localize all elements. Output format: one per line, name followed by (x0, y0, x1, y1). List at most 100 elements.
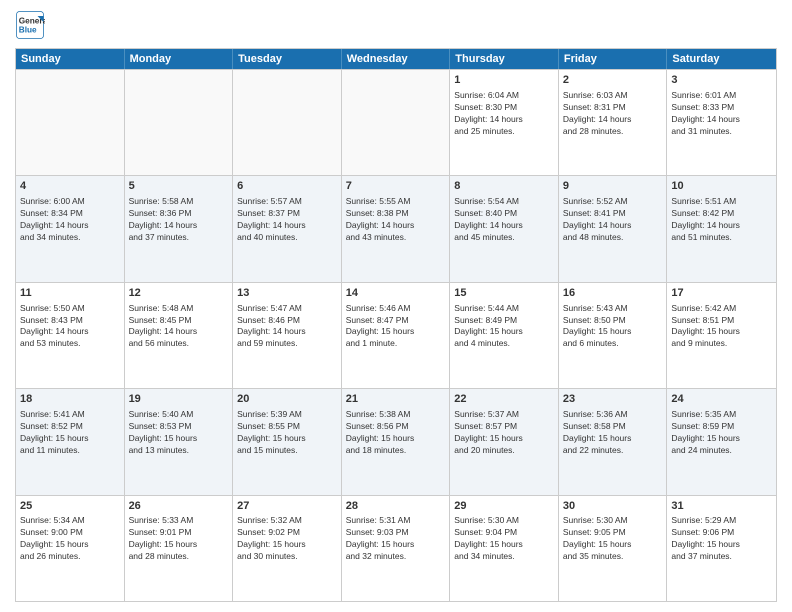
day-number: 14 (346, 286, 446, 301)
cell-info: Sunrise: 5:36 AM Sunset: 8:58 PM Dayligh… (563, 409, 663, 457)
calendar-header: SundayMondayTuesdayWednesdayThursdayFrid… (16, 49, 776, 69)
calendar-cell: 10 Sunrise: 5:51 AM Sunset: 8:42 PM Dayli… (667, 176, 776, 281)
cell-info: Sunrise: 5:31 AM Sunset: 9:03 PM Dayligh… (346, 515, 446, 563)
weekday-header-monday: Monday (125, 49, 234, 69)
day-number: 11 (20, 286, 120, 301)
calendar: SundayMondayTuesdayWednesdayThursdayFrid… (15, 48, 777, 602)
svg-text:Blue: Blue (19, 26, 37, 35)
day-number: 20 (237, 392, 337, 407)
day-number: 16 (563, 286, 663, 301)
weekday-header-friday: Friday (559, 49, 668, 69)
logo: General Blue (15, 10, 45, 40)
calendar-cell: 8 Sunrise: 5:54 AM Sunset: 8:40 PM Daylig… (450, 176, 559, 281)
day-number: 1 (454, 73, 554, 88)
weekday-header-sunday: Sunday (16, 49, 125, 69)
day-number: 17 (671, 286, 772, 301)
cell-info: Sunrise: 5:33 AM Sunset: 9:01 PM Dayligh… (129, 515, 229, 563)
weekday-header-wednesday: Wednesday (342, 49, 451, 69)
cell-info: Sunrise: 6:00 AM Sunset: 8:34 PM Dayligh… (20, 196, 120, 244)
day-number: 15 (454, 286, 554, 301)
cell-info: Sunrise: 5:30 AM Sunset: 9:05 PM Dayligh… (563, 515, 663, 563)
cell-info: Sunrise: 5:32 AM Sunset: 9:02 PM Dayligh… (237, 515, 337, 563)
day-number: 7 (346, 179, 446, 194)
cell-info: Sunrise: 5:43 AM Sunset: 8:50 PM Dayligh… (563, 303, 663, 351)
calendar-cell: 3 Sunrise: 6:01 AM Sunset: 8:33 PM Daylig… (667, 70, 776, 175)
day-number: 5 (129, 179, 229, 194)
cell-info: Sunrise: 5:29 AM Sunset: 9:06 PM Dayligh… (671, 515, 772, 563)
cell-info: Sunrise: 5:44 AM Sunset: 8:49 PM Dayligh… (454, 303, 554, 351)
weekday-header-thursday: Thursday (450, 49, 559, 69)
day-number: 3 (671, 73, 772, 88)
calendar-cell: 27Sunrise: 5:32 AM Sunset: 9:02 PM Dayli… (233, 496, 342, 601)
calendar-cell: 31Sunrise: 5:29 AM Sunset: 9:06 PM Dayli… (667, 496, 776, 601)
day-number: 29 (454, 499, 554, 514)
calendar-row-2: 11Sunrise: 5:50 AM Sunset: 8:43 PM Dayli… (16, 282, 776, 388)
day-number: 13 (237, 286, 337, 301)
header: General Blue (15, 10, 777, 40)
calendar-cell: 22 Sunrise: 5:37 AM Sunset: 8:57 PM Dayli… (450, 389, 559, 494)
day-number: 30 (563, 499, 663, 514)
cell-info: Sunrise: 5:48 AM Sunset: 8:45 PM Dayligh… (129, 303, 229, 351)
calendar-cell: 1Sunrise: 6:04 AM Sunset: 8:30 PM Daylig… (450, 70, 559, 175)
day-number: 27 (237, 499, 337, 514)
day-number: 8 (454, 179, 554, 194)
cell-info: Sunrise: 5:30 AM Sunset: 9:04 PM Dayligh… (454, 515, 554, 563)
cell-info: Sunrise: 5:34 AM Sunset: 9:00 PM Dayligh… (20, 515, 120, 563)
calendar-cell: 4 Sunrise: 6:00 AM Sunset: 8:34 PM Daylig… (16, 176, 125, 281)
calendar-cell: 25Sunrise: 5:34 AM Sunset: 9:00 PM Dayli… (16, 496, 125, 601)
day-number: 21 (346, 392, 446, 407)
day-number: 9 (563, 179, 663, 194)
cell-info: Sunrise: 5:38 AM Sunset: 8:56 PM Dayligh… (346, 409, 446, 457)
cell-info: Sunrise: 5:54 AM Sunset: 8:40 PM Dayligh… (454, 196, 554, 244)
cell-info: Sunrise: 5:51 AM Sunset: 8:42 PM Dayligh… (671, 196, 772, 244)
calendar-cell: 20 Sunrise: 5:39 AM Sunset: 8:55 PM Dayli… (233, 389, 342, 494)
calendar-row-0: 1Sunrise: 6:04 AM Sunset: 8:30 PM Daylig… (16, 69, 776, 175)
day-number: 22 (454, 392, 554, 407)
cell-info: Sunrise: 5:58 AM Sunset: 8:36 PM Dayligh… (129, 196, 229, 244)
calendar-cell: 26Sunrise: 5:33 AM Sunset: 9:01 PM Dayli… (125, 496, 234, 601)
calendar-cell: 17Sunrise: 5:42 AM Sunset: 8:51 PM Dayli… (667, 283, 776, 388)
calendar-body: 1Sunrise: 6:04 AM Sunset: 8:30 PM Daylig… (16, 69, 776, 601)
cell-info: Sunrise: 5:35 AM Sunset: 8:59 PM Dayligh… (671, 409, 772, 457)
calendar-row-3: 18 Sunrise: 5:41 AM Sunset: 8:52 PM Dayli… (16, 388, 776, 494)
calendar-cell: 9Sunrise: 5:52 AM Sunset: 8:41 PM Daylig… (559, 176, 668, 281)
calendar-cell: 21 Sunrise: 5:38 AM Sunset: 8:56 PM Dayli… (342, 389, 451, 494)
calendar-cell: 16 Sunrise: 5:43 AM Sunset: 8:50 PM Dayli… (559, 283, 668, 388)
calendar-cell: 30Sunrise: 5:30 AM Sunset: 9:05 PM Dayli… (559, 496, 668, 601)
calendar-cell: 19Sunrise: 5:40 AM Sunset: 8:53 PM Dayli… (125, 389, 234, 494)
calendar-cell (233, 70, 342, 175)
logo-icon: General Blue (15, 10, 45, 40)
day-number: 18 (20, 392, 120, 407)
day-number: 10 (671, 179, 772, 194)
cell-info: Sunrise: 6:01 AM Sunset: 8:33 PM Dayligh… (671, 90, 772, 138)
day-number: 4 (20, 179, 120, 194)
cell-info: Sunrise: 5:41 AM Sunset: 8:52 PM Dayligh… (20, 409, 120, 457)
calendar-cell: 11Sunrise: 5:50 AM Sunset: 8:43 PM Dayli… (16, 283, 125, 388)
cell-info: Sunrise: 5:46 AM Sunset: 8:47 PM Dayligh… (346, 303, 446, 351)
calendar-row-1: 4 Sunrise: 6:00 AM Sunset: 8:34 PM Daylig… (16, 175, 776, 281)
page: General Blue SundayMondayTuesdayWednesda… (0, 0, 792, 612)
day-number: 25 (20, 499, 120, 514)
day-number: 26 (129, 499, 229, 514)
cell-info: Sunrise: 5:39 AM Sunset: 8:55 PM Dayligh… (237, 409, 337, 457)
cell-info: Sunrise: 5:40 AM Sunset: 8:53 PM Dayligh… (129, 409, 229, 457)
day-number: 28 (346, 499, 446, 514)
calendar-cell: 29Sunrise: 5:30 AM Sunset: 9:04 PM Dayli… (450, 496, 559, 601)
day-number: 31 (671, 499, 772, 514)
cell-info: Sunrise: 6:03 AM Sunset: 8:31 PM Dayligh… (563, 90, 663, 138)
calendar-cell: 15 Sunrise: 5:44 AM Sunset: 8:49 PM Dayli… (450, 283, 559, 388)
calendar-cell: 24Sunrise: 5:35 AM Sunset: 8:59 PM Dayli… (667, 389, 776, 494)
calendar-cell (342, 70, 451, 175)
calendar-cell: 23 Sunrise: 5:36 AM Sunset: 8:58 PM Dayli… (559, 389, 668, 494)
day-number: 6 (237, 179, 337, 194)
day-number: 23 (563, 392, 663, 407)
calendar-cell: 14 Sunrise: 5:46 AM Sunset: 8:47 PM Dayli… (342, 283, 451, 388)
calendar-row-4: 25Sunrise: 5:34 AM Sunset: 9:00 PM Dayli… (16, 495, 776, 601)
calendar-cell: 18 Sunrise: 5:41 AM Sunset: 8:52 PM Dayli… (16, 389, 125, 494)
calendar-cell: 13 Sunrise: 5:47 AM Sunset: 8:46 PM Dayli… (233, 283, 342, 388)
cell-info: Sunrise: 5:47 AM Sunset: 8:46 PM Dayligh… (237, 303, 337, 351)
cell-info: Sunrise: 5:37 AM Sunset: 8:57 PM Dayligh… (454, 409, 554, 457)
cell-info: Sunrise: 5:55 AM Sunset: 8:38 PM Dayligh… (346, 196, 446, 244)
calendar-cell: 7 Sunrise: 5:55 AM Sunset: 8:38 PM Daylig… (342, 176, 451, 281)
calendar-cell (16, 70, 125, 175)
